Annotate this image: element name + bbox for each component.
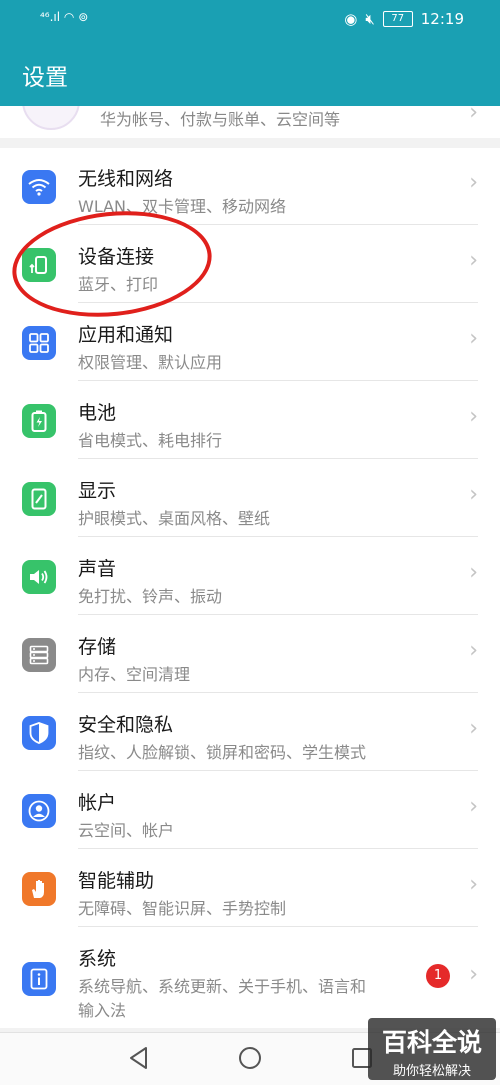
settings-item-display[interactable]: 显示 护眼模式、桌面风格、壁纸 › (0, 460, 500, 537)
watermark-subtitle: 助你轻松解决 (392, 1064, 471, 1079)
item-subtitle: 护眼模式、桌面风格、壁纸 (78, 509, 271, 528)
item-subtitle: 省电模式、耗电排行 (78, 431, 223, 450)
chevron-right-icon: › (469, 482, 478, 507)
watermark-title: 百科全说 (381, 1028, 482, 1057)
shield-icon (22, 716, 56, 750)
settings-item-battery[interactable]: 电池 省电模式、耗电排行 › (0, 382, 500, 459)
display-icon (22, 482, 56, 516)
divider (78, 614, 478, 615)
item-title: 声音 (78, 558, 117, 580)
item-title: 智能辅助 (78, 870, 155, 892)
settings-item-security[interactable]: 安全和隐私 指纹、人脸解锁、锁屏和密码、学生模式 › (0, 694, 500, 771)
divider (78, 302, 478, 303)
item-subtitle: 蓝牙、打印 (78, 275, 159, 294)
chevron-right-icon: › (469, 106, 478, 125)
divider (78, 848, 478, 849)
item-subtitle: 系统导航、系统更新、关于手机、语言和 (78, 977, 367, 996)
chevron-right-icon: › (469, 404, 478, 429)
status-right: ◉ 🔇︎ 77 12:19 (344, 10, 464, 28)
system-info-icon (22, 962, 56, 996)
settings-item-storage[interactable]: 存储 内存、空间清理 › (0, 616, 500, 693)
battery-icon (22, 404, 56, 438)
back-icon[interactable] (126, 1045, 152, 1071)
signal-wifi-nfc-icons: ⁴⁶.ıl ◠ ⊚ (40, 10, 89, 24)
item-subtitle: 无障碍、智能识屏、手势控制 (78, 899, 287, 918)
account-subtitle: 华为帐号、付款与账单、云空间等 (100, 110, 341, 129)
item-title: 电池 (78, 402, 117, 424)
settings-item-wireless[interactable]: 无线和网络 WLAN、双卡管理、移动网络 › (0, 148, 500, 225)
account-row[interactable]: 华为帐号、付款与账单、云空间等 › (0, 106, 500, 138)
avatar (22, 106, 80, 130)
divider (78, 692, 478, 693)
apps-grid-icon (22, 326, 56, 360)
device-connection-icon (22, 248, 56, 282)
item-subtitle: 指纹、人脸解锁、锁屏和密码、学生模式 (78, 743, 367, 762)
chevron-right-icon: › (469, 248, 478, 273)
page-title: 设置 (22, 65, 68, 91)
divider (78, 380, 478, 381)
storage-icon (22, 638, 56, 672)
settings-item-apps[interactable]: 应用和通知 权限管理、默认应用 › (0, 304, 500, 381)
item-title: 应用和通知 (78, 324, 174, 346)
item-subtitle: 云空间、帐户 (78, 821, 175, 840)
item-subtitle: 权限管理、默认应用 (78, 353, 223, 372)
watermark-logo: 百科全说 助你轻松解决 (368, 1018, 496, 1080)
chevron-right-icon: › (469, 326, 478, 351)
chevron-right-icon: › (469, 560, 478, 585)
item-subtitle: 内存、空间清理 (78, 665, 191, 684)
item-title: 安全和隐私 (78, 714, 174, 736)
divider (78, 536, 478, 537)
item-title: 系统 (78, 948, 117, 970)
update-badge: 1 (426, 964, 450, 988)
battery-indicator: 77 (382, 11, 413, 27)
mute-icon: 🔇︎ (365, 10, 375, 28)
settings-item-accounts[interactable]: 帐户 云空间、帐户 › (0, 772, 500, 849)
clock: 12:19 (420, 10, 464, 28)
chevron-right-icon: › (469, 794, 478, 819)
status-bar: ⁴⁶.ıl ◠ ⊚ ◉ 🔇︎ 77 12:19 (0, 0, 500, 40)
settings-item-accessibility[interactable]: 智能辅助 无障碍、智能识屏、手势控制 › (0, 850, 500, 927)
chevron-right-icon: › (469, 872, 478, 897)
divider (78, 224, 478, 225)
chevron-right-icon: › (469, 638, 478, 663)
sound-icon (22, 560, 56, 594)
item-subtitle: 免打扰、铃声、振动 (78, 587, 223, 606)
settings-item-device-connection[interactable]: 设备连接 蓝牙、打印 › (0, 226, 500, 303)
divider (78, 926, 478, 927)
account-icon (22, 794, 56, 828)
item-title: 存储 (78, 636, 117, 658)
settings-list: 无线和网络 WLAN、双卡管理、移动网络 › 设备连接 蓝牙、打印 › 应用和通… (0, 148, 500, 1028)
home-icon[interactable] (237, 1045, 263, 1071)
item-subtitle-line2: 输入法 (78, 1001, 127, 1020)
item-subtitle: WLAN、双卡管理、移动网络 (78, 197, 287, 216)
settings-item-system[interactable]: 系统 系统导航、系统更新、关于手机、语言和 输入法 1 › (0, 928, 500, 1028)
chevron-right-icon: › (469, 716, 478, 741)
wifi-icon (22, 170, 56, 204)
item-title: 设备连接 (78, 246, 155, 268)
divider (78, 458, 478, 459)
item-title: 无线和网络 (78, 168, 174, 190)
signal-indicators: ⁴⁶.ıl ◠ ⊚ (40, 10, 88, 24)
divider (78, 770, 478, 771)
app-header: 设置 (0, 40, 500, 106)
settings-item-sound[interactable]: 声音 免打扰、铃声、振动 › (0, 538, 500, 615)
hand-icon (22, 872, 56, 906)
eye-comfort-icon: ◉ (344, 10, 358, 28)
item-title: 显示 (78, 480, 117, 502)
chevron-right-icon: › (469, 962, 478, 987)
item-title: 帐户 (78, 792, 117, 814)
chevron-right-icon: › (469, 170, 478, 195)
